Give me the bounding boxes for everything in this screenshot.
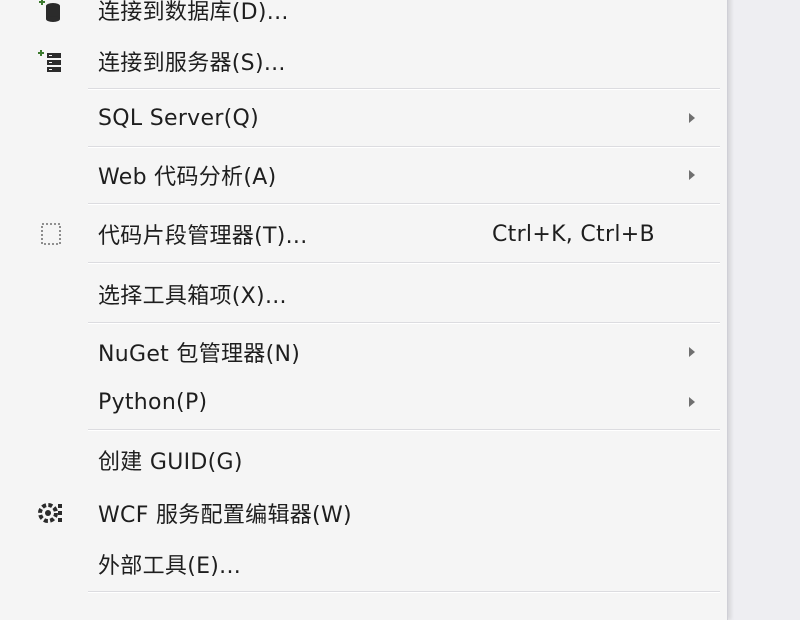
menu-item-wcf-config-editor[interactable]: WCF 服务配置编辑器(W) (0, 491, 727, 535)
menu-item-label: Web 代码分析(A) (98, 165, 277, 190)
menu-item-python[interactable]: Python(P) (0, 380, 727, 424)
menu-separator (88, 146, 720, 148)
menu-item-code-snippets-manager[interactable]: 代码片段管理器(T)... Ctrl+K, Ctrl+B (0, 212, 727, 256)
menu-item-label: Python(P) (98, 389, 208, 415)
menu-item-label: NuGet 包管理器(N) (98, 342, 301, 367)
menu-item-label: 代码片段管理器(T)... (98, 224, 308, 249)
submenu-arrow-icon (689, 347, 695, 357)
server-connect-icon (34, 44, 68, 78)
menu-item-label: 连接到服务器(S)... (98, 51, 286, 76)
snippet-icon (34, 217, 68, 251)
menu-separator (88, 203, 720, 205)
wcf-config-icon (34, 496, 68, 530)
menu-separator (88, 88, 720, 90)
tools-menu: 连接到数据库(D)... 连接到服务器(S)... SQL Server(Q) … (0, 0, 728, 620)
menu-separator (88, 591, 720, 593)
menu-item-label: 连接到数据库(D)... (98, 0, 289, 25)
menu-separator (88, 429, 720, 431)
menu-item-connect-server[interactable]: 连接到服务器(S)... (0, 40, 727, 82)
menu-item-connect-database[interactable]: 连接到数据库(D)... (0, 0, 727, 30)
submenu-arrow-icon (689, 397, 695, 407)
database-connect-icon (34, 0, 68, 27)
menu-item-label: WCF 服务配置编辑器(W) (98, 503, 352, 528)
menu-item-external-tools[interactable]: 外部工具(E)... (0, 542, 727, 586)
menu-item-sql-server[interactable]: SQL Server(Q) (0, 96, 727, 140)
menu-separator (88, 322, 720, 324)
menu-item-label: SQL Server(Q) (98, 105, 260, 131)
menu-item-label: 外部工具(E)... (98, 554, 242, 579)
submenu-arrow-icon (689, 113, 695, 123)
menu-item-nuget-package-manager[interactable]: NuGet 包管理器(N) (0, 330, 727, 374)
menu-item-web-code-analysis[interactable]: Web 代码分析(A) (0, 153, 727, 197)
menu-item-shortcut: Ctrl+K, Ctrl+B (492, 221, 655, 247)
menu-separator (88, 262, 720, 264)
menu-item-label: 选择工具箱项(X)... (98, 284, 287, 309)
menu-item-create-guid[interactable]: 创建 GUID(G) (0, 438, 727, 482)
menu-item-choose-toolbox-items[interactable]: 选择工具箱项(X)... (0, 272, 727, 316)
menu-item-label: 创建 GUID(G) (98, 450, 243, 475)
submenu-arrow-icon (689, 170, 695, 180)
